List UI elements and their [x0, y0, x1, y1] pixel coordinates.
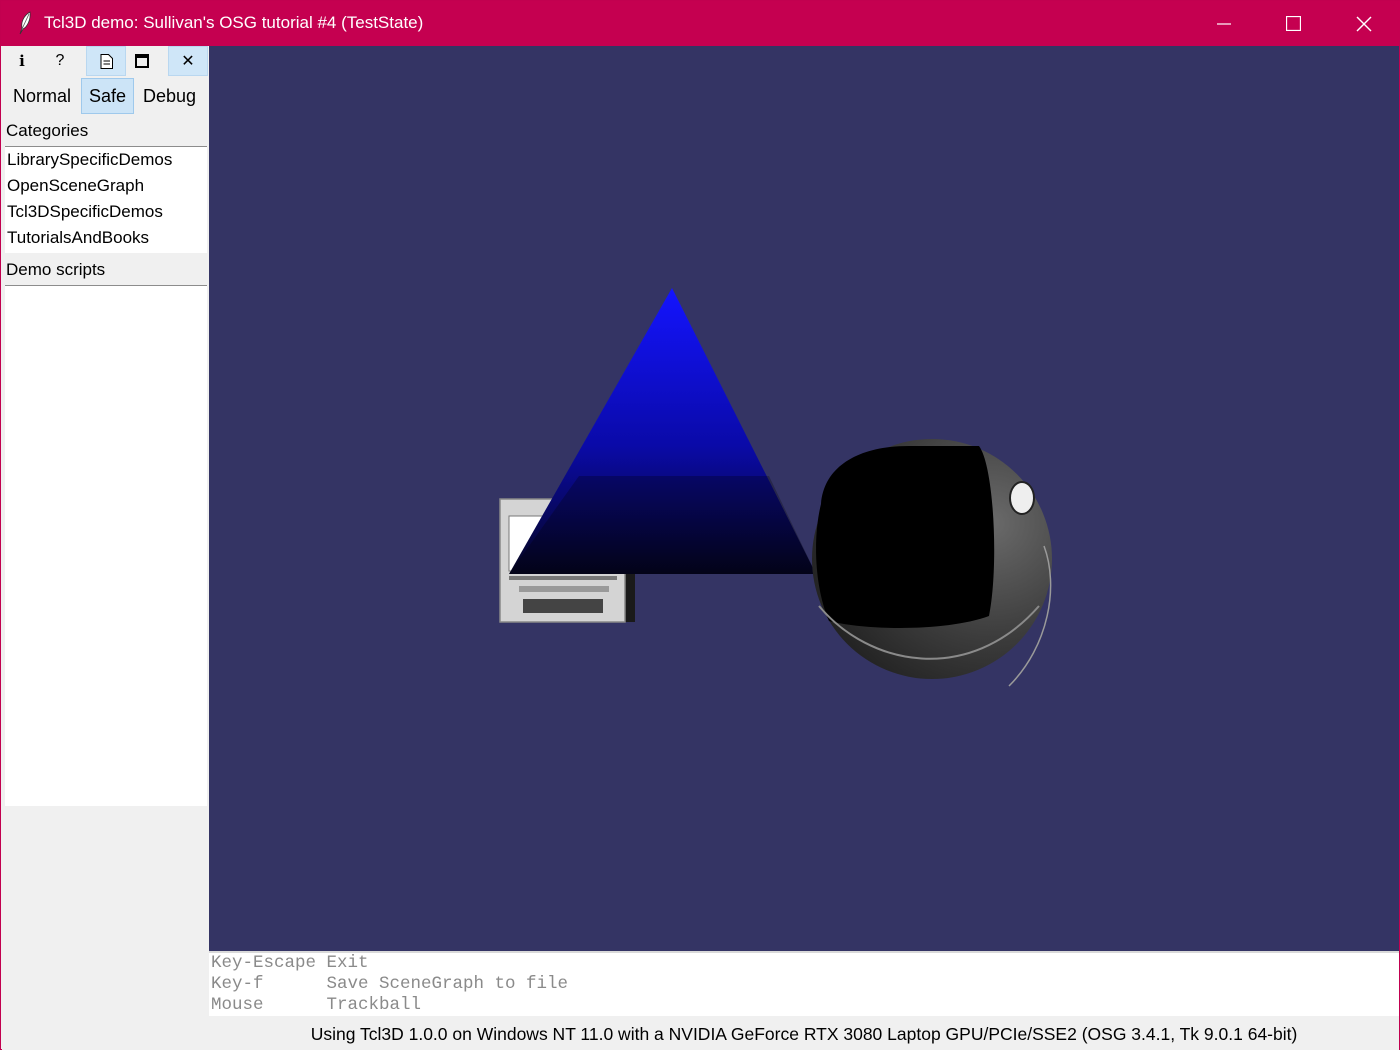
scene-canvas[interactable]	[209, 46, 1399, 951]
list-item[interactable]: TutorialsAndBooks	[5, 225, 207, 251]
categories-label: Categories	[6, 121, 89, 140]
close-icon	[1356, 16, 1372, 31]
demo-scripts-label: Demo scripts	[6, 260, 106, 279]
mode-normal[interactable]: Normal	[6, 78, 78, 114]
title-bar[interactable]: Tcl3D demo: Sullivan's OSG tutorial #4 (…	[1, 1, 1400, 46]
left-panel: i ? ✕ Normal Safe Debug Categories Libra…	[2, 46, 209, 1050]
console-line: Key-f Save SceneGraph to file	[211, 974, 569, 994]
mode-debug[interactable]: Debug	[138, 78, 201, 114]
textured-sphere	[812, 439, 1052, 687]
minimize-button[interactable]	[1189, 1, 1259, 46]
document-button[interactable]	[86, 46, 126, 76]
status-bar: Using Tcl3D 1.0.0 on Windows NT 11.0 wit…	[209, 1018, 1399, 1050]
toolbar: i ? ✕	[2, 46, 209, 76]
window-title: Tcl3D demo: Sullivan's OSG tutorial #4 (…	[44, 13, 424, 32]
info-icon: i	[19, 52, 25, 70]
console-line: Key-Escape Exit	[211, 953, 369, 973]
demo-scripts-list[interactable]	[5, 285, 207, 806]
list-item[interactable]: OpenSceneGraph	[5, 173, 207, 199]
help-console: Key-Escape Exit Key-f Save SceneGraph to…	[209, 951, 1399, 1016]
document-icon	[100, 53, 113, 69]
window-icon	[135, 54, 149, 68]
close-button[interactable]	[1329, 1, 1399, 46]
mode-safe[interactable]: Safe	[81, 78, 134, 114]
window-button[interactable]	[122, 46, 162, 76]
help-icon: ?	[55, 52, 65, 69]
maximize-button[interactable]	[1258, 1, 1328, 46]
close-icon: ✕	[181, 53, 195, 70]
close-demo-button[interactable]: ✕	[168, 46, 208, 76]
maximize-icon	[1285, 16, 1301, 31]
minimize-icon	[1217, 22, 1231, 25]
pyramid	[509, 288, 816, 574]
help-button[interactable]: ?	[40, 46, 80, 76]
categories-list[interactable]: LibrarySpecificDemos OpenSceneGraph Tcl3…	[5, 146, 207, 253]
mode-selector: Normal Safe Debug	[2, 76, 209, 114]
app-window: Tcl3D demo: Sullivan's OSG tutorial #4 (…	[0, 0, 1400, 1050]
console-line: Mouse Trackball	[211, 995, 422, 1015]
list-item[interactable]: Tcl3DSpecificDemos	[5, 199, 207, 225]
feather-icon	[17, 11, 33, 35]
3d-viewport[interactable]	[209, 46, 1399, 951]
info-button[interactable]: i	[2, 46, 42, 76]
list-item[interactable]: LibrarySpecificDemos	[5, 147, 207, 173]
